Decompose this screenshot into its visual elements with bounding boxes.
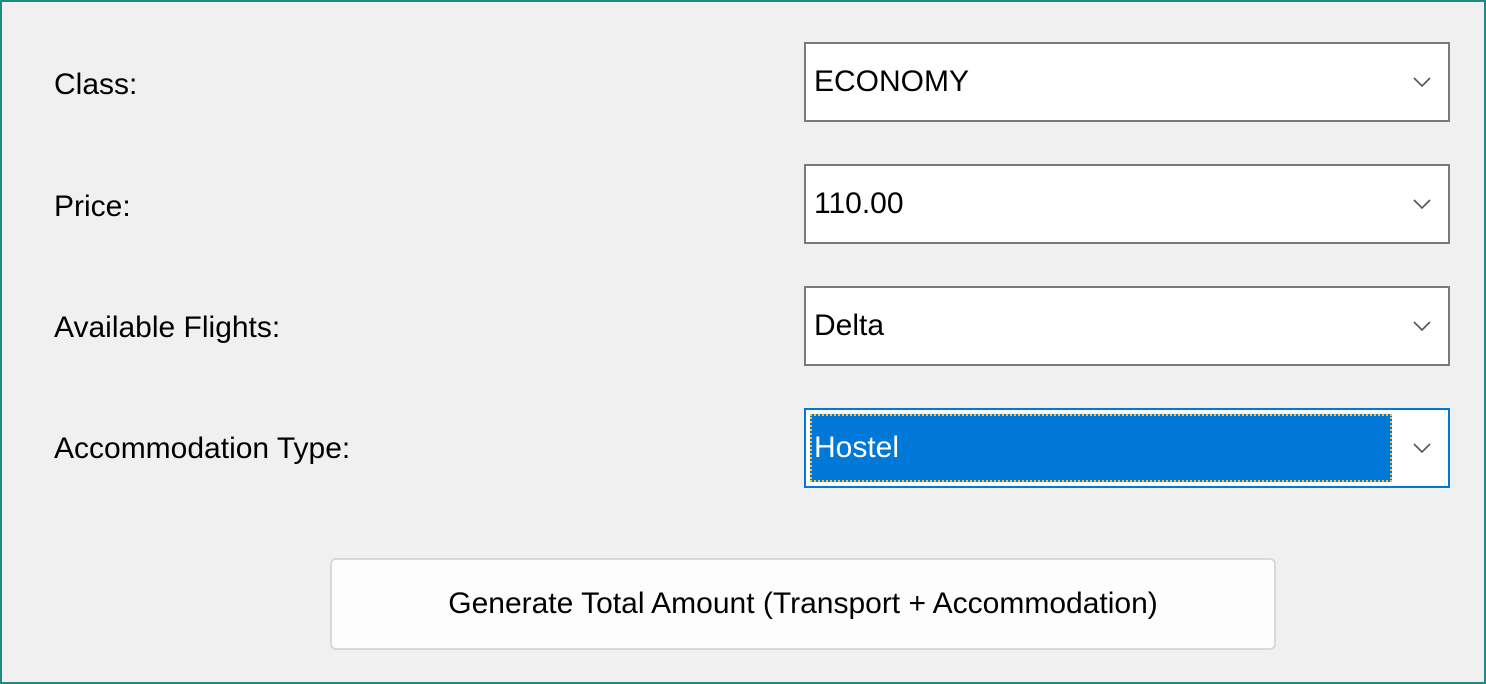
price-dropdown-value: 110.00: [814, 187, 904, 220]
chevron-down-icon[interactable]: [1410, 70, 1434, 94]
accommodation-type-dropdown-value: Hostel: [810, 414, 1392, 482]
chevron-down-icon[interactable]: [1410, 192, 1434, 216]
available-flights-label: Available Flights:: [54, 311, 281, 344]
generate-total-amount-button[interactable]: Generate Total Amount (Transport + Accom…: [330, 558, 1276, 650]
accommodation-type-dropdown[interactable]: Hostel: [804, 408, 1450, 488]
price-label: Price:: [54, 190, 131, 223]
accommodation-type-label: Accommodation Type:: [54, 432, 351, 465]
class-dropdown-value: ECONOMY: [814, 65, 970, 98]
class-dropdown[interactable]: ECONOMY: [804, 42, 1450, 122]
available-flights-dropdown[interactable]: Delta: [804, 286, 1450, 366]
price-dropdown[interactable]: 110.00: [804, 164, 1450, 244]
chevron-down-icon[interactable]: [1410, 436, 1434, 460]
booking-form-panel: Class: ECONOMY Price: 110.00 Available F…: [0, 0, 1486, 684]
chevron-down-icon[interactable]: [1410, 314, 1434, 338]
available-flights-dropdown-value: Delta: [814, 309, 885, 342]
class-label: Class:: [54, 68, 138, 101]
